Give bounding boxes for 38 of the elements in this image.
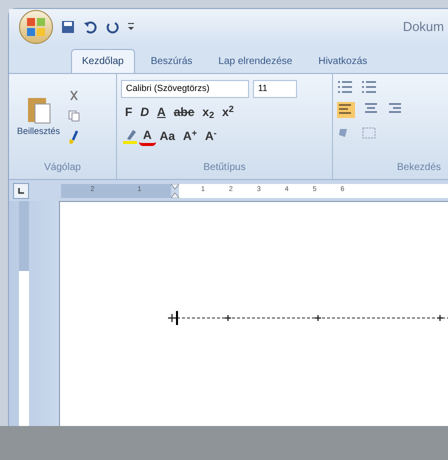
clipboard-icon <box>26 95 52 126</box>
tab-stop-icon <box>17 186 25 194</box>
ribbon-tab[interactable]: Beszúrás <box>140 49 202 73</box>
ribbon-tab[interactable]: Hivatkozás <box>308 49 378 73</box>
align-center-icon[interactable] <box>363 102 379 116</box>
group-label: Bekezdés <box>396 161 442 175</box>
office-logo-icon <box>26 17 46 37</box>
subscript-button[interactable]: x$_{2}$ <box>198 102 218 122</box>
grow-font-button[interactable]: A$^{+}$ <box>179 126 201 146</box>
italic-button[interactable]: D <box>136 102 154 122</box>
ribbon-tab[interactable]: Kezdőlap <box>71 49 135 73</box>
font-size-field[interactable]: 11 <box>253 80 297 98</box>
save-icon[interactable] <box>61 20 75 34</box>
shrink-font-button[interactable]: A$^{-}$ <box>200 126 221 146</box>
superscript-button[interactable]: x$^{2}$ <box>218 102 238 122</box>
align-left-icon[interactable] <box>337 102 355 118</box>
bold-button[interactable]: F <box>121 102 136 122</box>
align-right-icon[interactable] <box>387 102 403 116</box>
font-color-button[interactable]: A <box>139 126 156 146</box>
group-label: Vágólap <box>43 161 82 175</box>
tab-selector-button[interactable] <box>13 182 29 198</box>
paste-button[interactable]: Beillesztés <box>13 95 64 139</box>
group-label: Betűtípus <box>202 161 247 175</box>
ribbon-tab[interactable]: Lap elrendezése <box>208 49 302 73</box>
strikethrough-button[interactable]: abe <box>170 102 198 122</box>
customize-icon[interactable] <box>127 22 135 32</box>
copy-icon[interactable] <box>68 110 80 122</box>
window-title: Dokum <box>402 18 444 36</box>
bullet-list-icon[interactable] <box>337 80 353 94</box>
change-case-button[interactable]: Aa <box>156 126 180 146</box>
brush-icon[interactable] <box>68 130 80 144</box>
scissors-icon[interactable] <box>68 90 80 102</box>
font-name-field[interactable]: Calibri (Szövegtörzs) <box>121 80 249 98</box>
underline-button[interactable]: A <box>153 102 170 122</box>
undo-icon[interactable] <box>83 20 97 34</box>
redo-icon[interactable] <box>105 20 119 34</box>
office-button[interactable] <box>19 10 53 44</box>
highlighter-icon[interactable] <box>121 127 139 145</box>
